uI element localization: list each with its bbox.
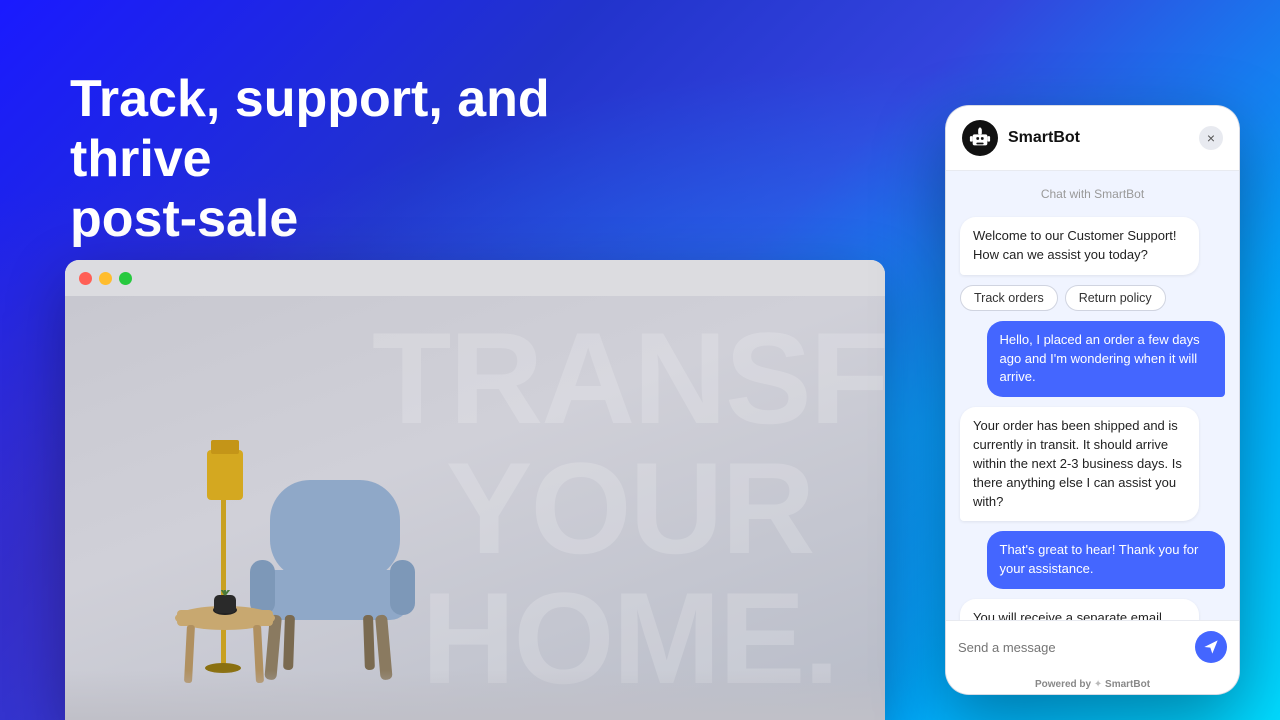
floor xyxy=(65,670,885,720)
hero-title-line2: post-sale xyxy=(70,190,298,248)
chat-send-button[interactable] xyxy=(1195,631,1227,663)
hero-heading: Track, support, and thrive post-sale xyxy=(70,70,570,249)
browser-close-dot[interactable] xyxy=(79,272,92,285)
bot-avatar xyxy=(962,120,998,156)
track-orders-button[interactable]: Track orders xyxy=(960,285,1058,311)
send-icon xyxy=(1203,639,1219,655)
browser-toolbar xyxy=(65,260,885,296)
watermark-line1: TRANSF xyxy=(372,313,885,443)
bot-message-1: Welcome to our Customer Support! How can… xyxy=(960,217,1199,275)
browser-minimize-dot[interactable] xyxy=(99,272,112,285)
bot-message-3: You will receive a separate email with t… xyxy=(960,599,1199,620)
quick-replies: Track orders Return policy xyxy=(960,285,1225,311)
browser-maximize-dot[interactable] xyxy=(119,272,132,285)
user-message-2: That's great to hear! Thank you for your… xyxy=(987,531,1226,589)
browser-mockup: TRANSF YOUR HOME. xyxy=(65,260,885,720)
bot-name: SmartBot xyxy=(1008,129,1080,147)
browser-content: TRANSF YOUR HOME. xyxy=(65,296,885,720)
chat-powered-by: Powered by ✦ SmartBot xyxy=(946,673,1239,694)
bot-message-2: Your order has been shipped and is curre… xyxy=(960,407,1199,521)
chat-footer xyxy=(946,620,1239,673)
return-policy-button[interactable]: Return policy xyxy=(1065,285,1166,311)
chat-body: Chat with SmartBot Welcome to our Custom… xyxy=(946,171,1239,620)
user-message-1: Hello, I placed an order a few days ago … xyxy=(987,321,1226,398)
chat-subheader: Chat with SmartBot xyxy=(960,183,1225,207)
chat-widget: SmartBot × Chat with SmartBot Welcome to… xyxy=(945,105,1240,695)
chat-close-button[interactable]: × xyxy=(1199,126,1223,150)
robot-icon xyxy=(969,127,991,149)
chat-input[interactable] xyxy=(958,640,1187,655)
hero-title-line1: Track, support, and thrive xyxy=(70,70,550,188)
chat-header: SmartBot × xyxy=(946,106,1239,171)
